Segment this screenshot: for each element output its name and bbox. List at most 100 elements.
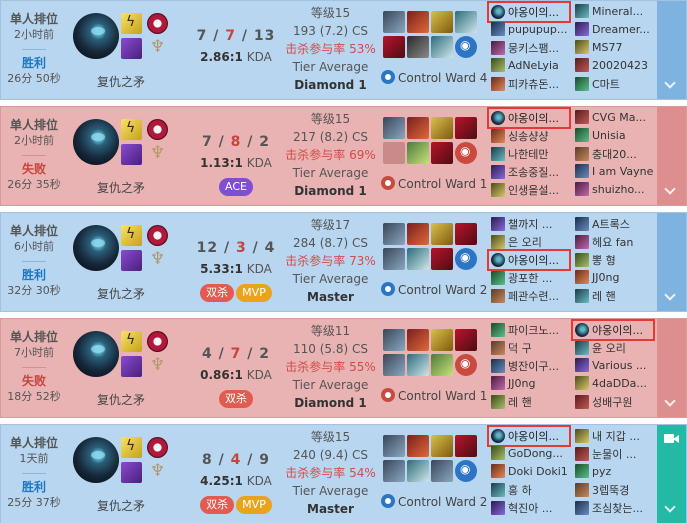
item-icon[interactable]: [383, 117, 405, 139]
expand-toggle[interactable]: [657, 107, 686, 205]
item-icon[interactable]: [455, 329, 477, 351]
item-icon[interactable]: [431, 36, 453, 58]
player-name[interactable]: AdNeLyia: [508, 59, 559, 72]
item-icon[interactable]: [431, 223, 453, 245]
match-row[interactable]: 单人排位 1天前胜利 25分 37秒 复仇之矛 8 / 4 / 9 4.25:1 KDA 双…: [0, 424, 687, 523]
player-name[interactable]: 뭉키스팸...: [508, 42, 559, 55]
player-name[interactable]: 피카츄돈...: [508, 78, 559, 91]
primary-rune-icon[interactable]: [147, 13, 168, 34]
player-name[interactable]: 인생을설...: [508, 184, 559, 197]
player-name[interactable]: 은 오리: [508, 236, 542, 249]
champion-portrait[interactable]: [73, 119, 119, 165]
player-name[interactable]: 챌까지 ...: [508, 218, 552, 231]
ward-trinket-icon[interactable]: [455, 248, 477, 270]
player-name[interactable]: GoDong...: [508, 447, 563, 460]
player-name[interactable]: 조송중질...: [508, 166, 559, 179]
item-icon[interactable]: [407, 11, 429, 33]
player-entry[interactable]: Dreamer...: [575, 22, 659, 38]
chevron-down-icon[interactable]: [664, 77, 676, 89]
player-self[interactable]: 야옹이의...: [491, 110, 575, 126]
player-entry[interactable]: Unisia: [575, 128, 659, 144]
primary-rune-icon[interactable]: [147, 225, 168, 246]
player-name[interactable]: 병잔이구...: [508, 360, 559, 373]
player-name[interactable]: A트록스: [592, 218, 630, 231]
item-icon[interactable]: [407, 248, 429, 270]
item-icon[interactable]: [407, 142, 429, 164]
ignite-spell-icon[interactable]: [121, 38, 142, 59]
player-entry[interactable]: pyz: [575, 464, 659, 480]
player-name[interactable]: 야옹이의...: [508, 254, 559, 267]
player-entry[interactable]: 피카츄돈...: [491, 76, 575, 92]
player-entry[interactable]: CVG Ma...: [575, 110, 659, 126]
item-icon[interactable]: [383, 248, 405, 270]
item-icon[interactable]: [407, 329, 429, 351]
player-entry[interactable]: JJ0ng: [491, 376, 575, 392]
item-icon[interactable]: [383, 435, 405, 457]
player-name[interactable]: 야옹이의...: [592, 324, 643, 337]
player-name[interactable]: 내 지갑 ...: [592, 430, 640, 443]
item-icon[interactable]: [383, 329, 405, 351]
player-entry[interactable]: 내 지갑 ...: [575, 428, 659, 444]
player-entry[interactable]: 혁진아 ...: [491, 500, 575, 516]
champion-portrait[interactable]: [73, 13, 119, 59]
match-row[interactable]: 单人排位 2小时前胜利 26分 50秒 复仇之矛 7 / 7 / 13 2.86:1 KD…: [0, 0, 687, 100]
player-entry[interactable]: 레 핸: [491, 394, 575, 410]
player-name[interactable]: 3렙뚝경: [592, 484, 629, 497]
expand-toggle[interactable]: [657, 425, 686, 523]
secondary-rune-icon[interactable]: [147, 355, 168, 377]
video-camera-icon[interactable]: [664, 433, 679, 443]
player-name[interactable]: 성배구원: [592, 396, 632, 409]
player-entry[interactable]: 4daDDa...: [575, 376, 659, 392]
player-name[interactable]: Unisia: [592, 129, 626, 142]
player-name[interactable]: 윤 오리: [592, 342, 626, 355]
item-icon[interactable]: [455, 11, 477, 33]
player-entry[interactable]: 인생을설...: [491, 182, 575, 198]
champion-portrait[interactable]: [73, 437, 119, 483]
player-name[interactable]: 파이크노...: [508, 324, 559, 337]
player-entry[interactable]: MS77: [575, 40, 659, 56]
chevron-down-icon[interactable]: [664, 289, 676, 301]
champion-portrait[interactable]: [73, 225, 119, 271]
secondary-rune-icon[interactable]: [147, 37, 168, 59]
item-icon[interactable]: [431, 248, 453, 270]
player-entry[interactable]: Mineral...: [575, 4, 659, 20]
player-name[interactable]: 나한테만: [508, 148, 548, 161]
player-name[interactable]: 홍 하: [508, 484, 532, 497]
ward-trinket-icon[interactable]: [455, 142, 477, 164]
player-entry[interactable]: 나한테만: [491, 146, 575, 162]
player-self[interactable]: 야옹이의...: [491, 428, 575, 444]
player-name[interactable]: 충대20...: [592, 148, 637, 161]
primary-rune-icon[interactable]: [147, 331, 168, 352]
primary-rune-icon[interactable]: [147, 119, 168, 140]
player-entry[interactable]: I am Vayne: [575, 164, 659, 180]
player-entry[interactable]: A트록스: [575, 216, 659, 232]
player-entry[interactable]: 레 핸: [575, 288, 659, 304]
player-name[interactable]: Doki Doki1: [508, 465, 568, 478]
player-entry[interactable]: 광포한 ...: [491, 270, 575, 286]
player-name[interactable]: 광포한 ...: [508, 272, 552, 285]
ward-trinket-icon[interactable]: [455, 354, 477, 376]
player-entry[interactable]: 20020423: [575, 58, 659, 74]
ward-trinket-icon[interactable]: [455, 36, 477, 58]
player-entry[interactable]: shuizho...: [575, 182, 659, 198]
player-name[interactable]: Dreamer...: [592, 23, 650, 36]
flash-spell-icon[interactable]: [121, 437, 142, 458]
player-name[interactable]: JJ0ng: [508, 377, 535, 390]
item-icon[interactable]: [455, 223, 477, 245]
player-name[interactable]: Various ...: [592, 359, 646, 372]
player-name[interactable]: 레 핸: [592, 290, 616, 303]
player-name[interactable]: 야옹이의...: [508, 112, 559, 125]
player-entry[interactable]: 충대20...: [575, 146, 659, 162]
player-entry[interactable]: 성배구원: [575, 394, 659, 410]
item-icon[interactable]: [383, 36, 405, 58]
match-row[interactable]: 单人排位 6小时前胜利 32分 30秒 复仇之矛 12 / 3 / 4 5.33:1 KD…: [0, 212, 687, 312]
player-name[interactable]: CVG Ma...: [592, 111, 646, 124]
flash-spell-icon[interactable]: [121, 225, 142, 246]
player-entry[interactable]: 파이크노...: [491, 322, 575, 338]
item-icon[interactable]: [407, 435, 429, 457]
expand-toggle[interactable]: [657, 213, 686, 311]
player-name[interactable]: 야옹이의...: [508, 6, 559, 19]
expand-toggle[interactable]: [657, 1, 686, 99]
player-name[interactable]: 혁진아 ...: [508, 502, 552, 515]
player-name[interactable]: 페관수련...: [508, 290, 559, 303]
